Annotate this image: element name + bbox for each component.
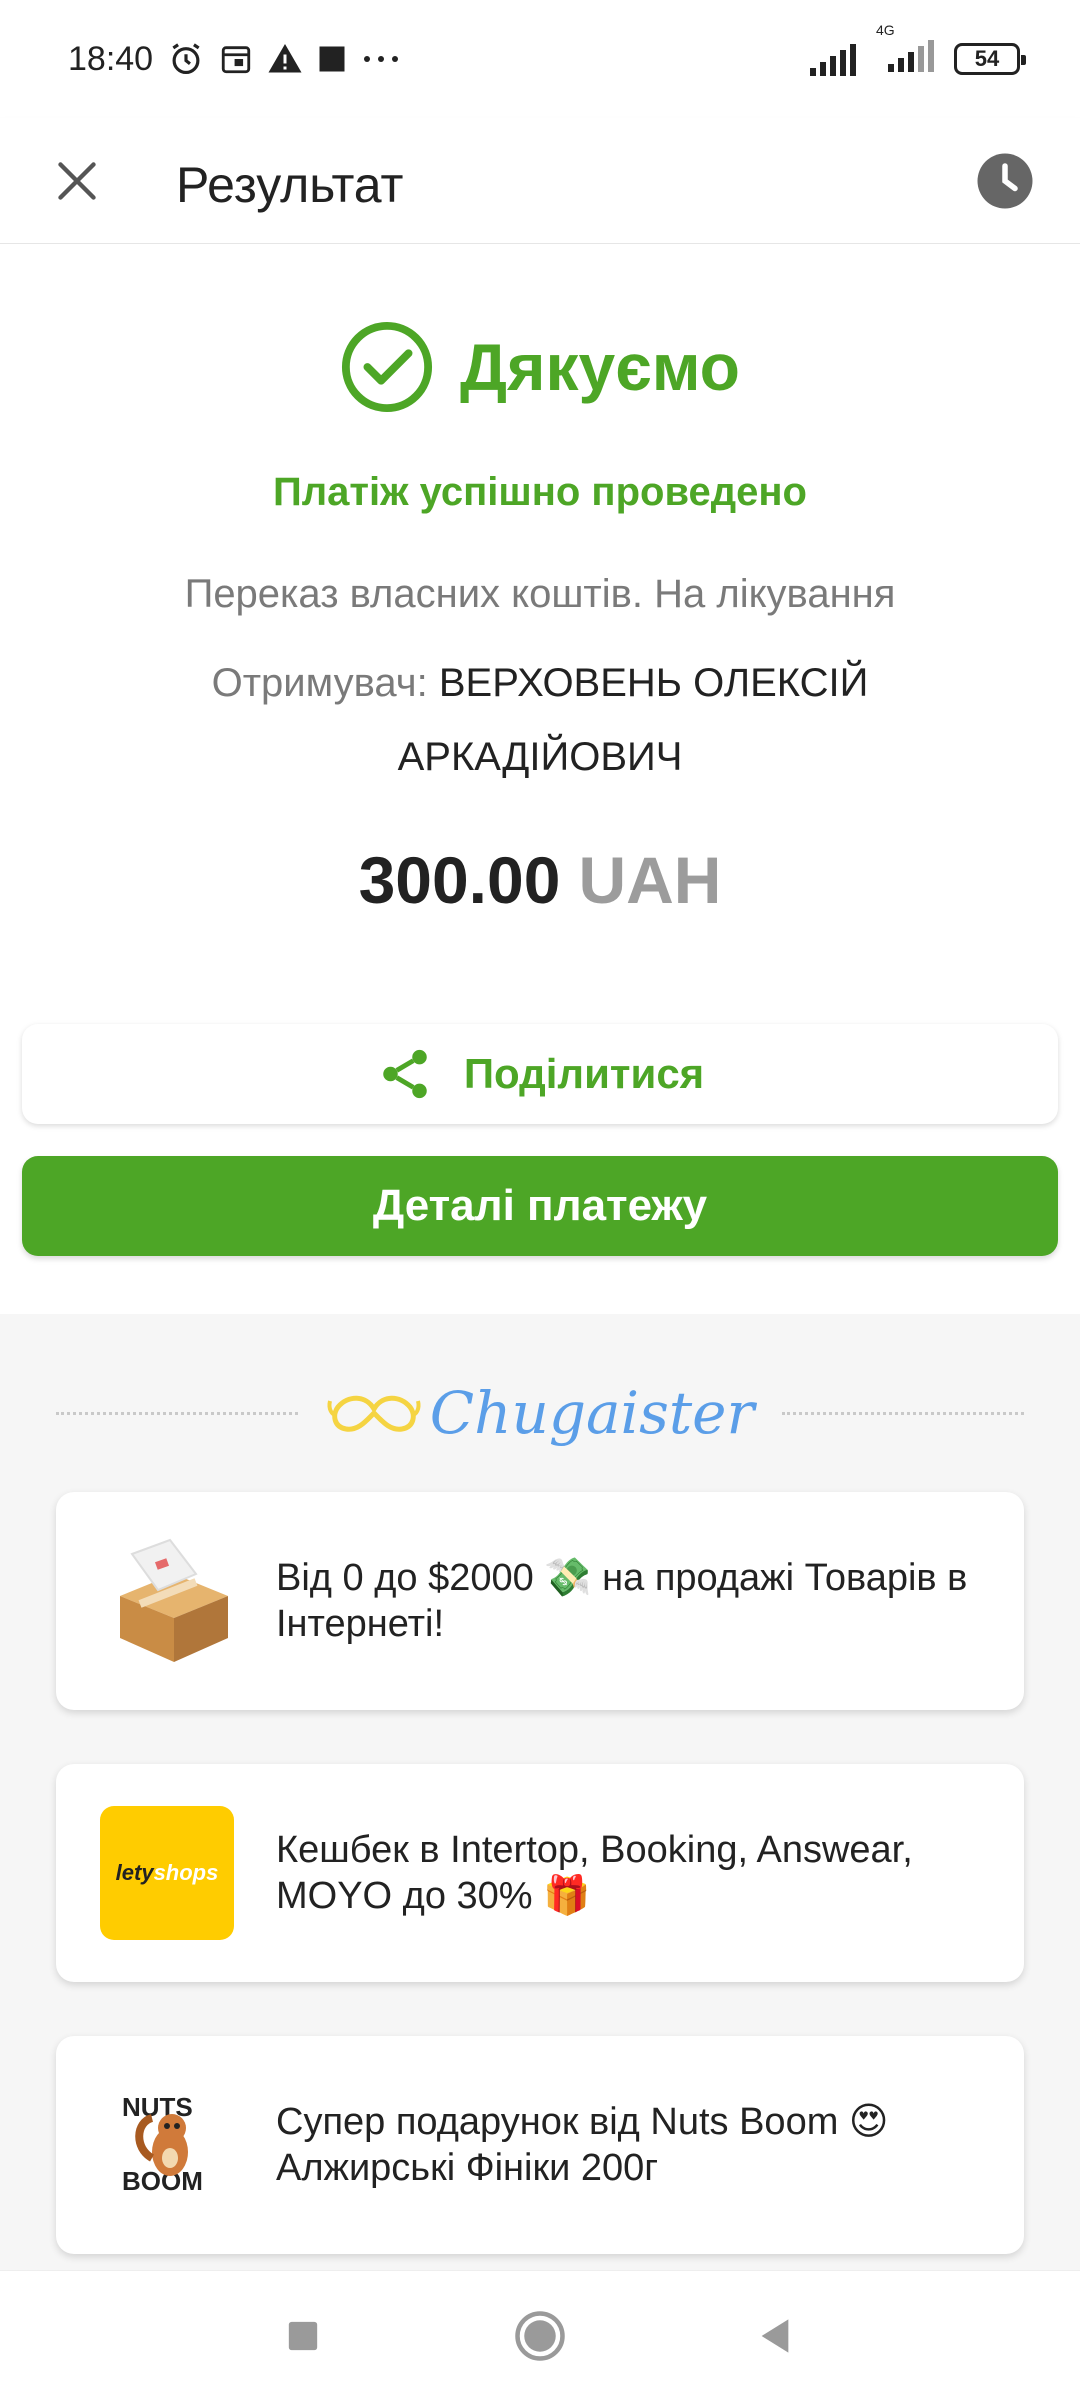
recipient-label: Отримувач: [211, 661, 428, 705]
check-circle-icon [341, 321, 433, 413]
package-thumbnail [100, 1534, 234, 1668]
thanks-title: Дякуємо [460, 330, 740, 404]
amount-currency: UAH [578, 843, 722, 917]
payment-details-label: Деталі платежу [372, 1181, 708, 1230]
promo-card-text: Кешбек в Intertop, Booking, Answear, MOY… [276, 1829, 913, 1917]
package-icon [120, 1538, 228, 1662]
recents-icon [288, 2321, 318, 2351]
divider-right [782, 1411, 1024, 1415]
app-bar: Результат [0, 118, 1080, 244]
share-label: Поділитися [463, 1050, 705, 1097]
promo-card-letyshops[interactable]: lety shops Кешбек в Intertop, Booking, An… [56, 1764, 1024, 1982]
network-label: 4G [876, 21, 895, 38]
chugaister-brand: Chugaister [429, 1379, 755, 1447]
recipient-name: ВЕРХОВЕНЬ ОЛЕКСІЙ АРКАДІЙОВИЧ [397, 661, 869, 779]
more-icon [364, 56, 399, 62]
payment-details-button[interactable]: Деталі платежу [22, 1156, 1058, 1256]
calendar-icon [221, 46, 251, 74]
back-button[interactable] [740, 2301, 810, 2371]
success-message: Платіж успішно проведено [273, 470, 807, 514]
promo-card-text: Від 0 до $2000 💸 на продажі Товарів в Ін… [276, 1557, 968, 1645]
squirrel-icon: NUTS BOOM [122, 2092, 203, 2196]
payment-amount: 300.00 UAH [0, 842, 1080, 918]
signal-4g: 4G [876, 22, 938, 81]
battery-icon: 54 [954, 43, 1026, 75]
close-button[interactable] [44, 148, 110, 214]
status-bar: 18:40 4G 54 [0, 0, 1080, 118]
recents-button[interactable] [268, 2301, 338, 2371]
back-icon [761, 2319, 789, 2353]
battery-level: 54 [974, 46, 1000, 71]
page-title: Результат [176, 157, 404, 213]
divider-left [56, 1411, 298, 1415]
promo-card-text: Супер подарунок від Nuts Boom 😍 Алжирськ… [276, 2101, 889, 2189]
result-section: Дякуємо Платіж успішно проведено Переказ… [0, 244, 1080, 1314]
chugaister-header: Chugaister [56, 1358, 1024, 1468]
share-icon [383, 1049, 427, 1099]
status-left: 18:40 [68, 40, 401, 79]
close-icon [58, 162, 96, 200]
share-button[interactable]: Поділитися [22, 1024, 1058, 1124]
letyshops-logo: lety shops [100, 1806, 234, 1940]
nutsboom-logo: NUTS BOOM [100, 2078, 234, 2212]
nutsboom-logo-top: NUTS [122, 2092, 193, 2122]
warning-icon [268, 44, 302, 73]
letyshops-logo-badge: lety shops [100, 1806, 234, 1940]
promo-section: Chugaister Від 0 до $2000 💸 на продажі Т… [0, 1314, 1080, 2270]
promo-card-nutsboom[interactable]: NUTS BOOM Супер подарунок від Nuts Boom … [56, 2036, 1024, 2254]
signal-icon-2 [888, 39, 934, 72]
home-button[interactable] [505, 2301, 575, 2371]
home-icon [515, 2311, 565, 2361]
status-time: 18:40 [68, 39, 154, 78]
stop-icon [319, 46, 345, 72]
history-button[interactable] [966, 142, 1044, 220]
signal-icon [810, 44, 856, 76]
clock-icon [977, 153, 1033, 209]
payment-purpose: Переказ власних коштів. На лікування [184, 572, 896, 616]
recipient: Отримувач: ВЕРХОВЕНЬ ОЛЕКСІЙ АРКАДІЙОВИЧ [140, 646, 940, 794]
amount-value: 300.00 [358, 843, 561, 917]
chugaister-logo: Chugaister [326, 1379, 754, 1447]
promo-card-sales[interactable]: Від 0 до $2000 💸 на продажі Товарів в Ін… [56, 1492, 1024, 1710]
mustache-icon [327, 1395, 421, 1432]
alarm-icon [172, 43, 200, 75]
letyshops-logo-part-2: shops [153, 1860, 219, 1885]
letyshops-logo-part-1: lety [115, 1860, 154, 1885]
status-right: 4G 54 [810, 22, 1026, 81]
thanks-header: Дякуємо [0, 320, 1080, 414]
system-nav-bar [0, 2270, 1080, 2400]
